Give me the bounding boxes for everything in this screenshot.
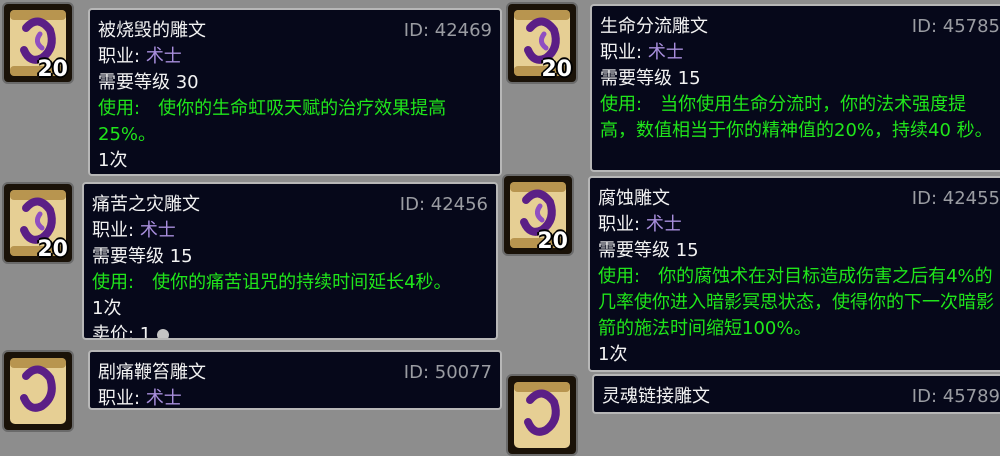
- glyph-id: ID: 45789: [911, 386, 1000, 407]
- level-label: 需要等级: [598, 240, 670, 261]
- glyph-tooltip: 灵魂链接雕文 ID: 45789: [592, 374, 1000, 414]
- stack-count: 20: [37, 237, 68, 262]
- glyph-id: ID: 42455: [911, 188, 1000, 209]
- use-text: 使你的生命虹吸天赋的治疗效果提高25%。: [98, 98, 447, 145]
- purple-scroll-icon[interactable]: 20: [506, 2, 578, 84]
- class-row: 职业: 术士: [98, 44, 490, 70]
- use-effect: 使用: 当你使用生命分流时，你的法术强度提高，数值相当于你的精神值的20%，持续4…: [600, 92, 1000, 144]
- scroll-graphic: [514, 382, 570, 448]
- level-label: 需要等级: [98, 72, 170, 93]
- use-text: 当你使用生命分流时，你的法术强度提高，数值相当于你的精神值的20%，持续40 秒…: [600, 94, 993, 141]
- use-label: 使用:: [98, 98, 141, 119]
- use-label: 使用:: [600, 94, 643, 115]
- class-value: 术士: [145, 388, 182, 409]
- class-label: 职业:: [600, 42, 643, 63]
- glyph-tooltip: 生命分流雕文 ID: 45785 职业: 术士 需要等级 15 使用: 当你使用生…: [590, 4, 1000, 172]
- class-value: 术士: [145, 46, 182, 67]
- stack-count: 20: [541, 57, 572, 82]
- use-effect: 使用: 使你的痛苦诅咒的持续时间延长4秒。: [92, 270, 486, 296]
- class-row: 职业: 术士: [598, 212, 998, 238]
- charges: 1次: [98, 150, 128, 171]
- class-value: 术士: [647, 42, 684, 63]
- glyph-id: ID: 50077: [403, 362, 492, 383]
- level-value: 15: [169, 246, 193, 267]
- level-value: 15: [677, 68, 701, 89]
- purple-scroll-icon[interactable]: 20: [2, 182, 74, 264]
- glyph-id: ID: 45785: [911, 16, 1000, 37]
- class-label: 职业:: [98, 388, 141, 409]
- purple-scroll-icon[interactable]: [2, 350, 74, 432]
- level-value: 30: [175, 72, 199, 93]
- glyph-id: ID: 42456: [399, 194, 488, 215]
- glyph-tooltip: 剧痛鞭笞雕文 ID: 50077 职业: 术士: [88, 350, 502, 410]
- sell-price-text: 卖价: 1: [92, 324, 152, 340]
- use-effect: 使用: 你的腐蚀术在对目标造成伤害之后有4%的几率使你进入暗影冥思状态，使得你的下…: [598, 264, 994, 342]
- level-label: 需要等级: [92, 246, 164, 267]
- glyph-tooltip: 痛苦之灾雕文 ID: 42456 职业: 术士 需要等级 15 使用: 使你的痛苦…: [82, 182, 498, 340]
- level-label: 需要等级: [600, 68, 672, 89]
- class-row: 职业: 术士: [98, 386, 490, 409]
- coin-icon: [156, 329, 169, 338]
- class-label: 职业:: [598, 214, 641, 235]
- use-label: 使用:: [598, 266, 641, 287]
- stack-count: 20: [537, 229, 568, 254]
- use-text: 使你的痛苦诅咒的持续时间延长4秒。: [152, 272, 452, 293]
- use-text: 你的腐蚀术在对目标造成伤害之后有4%的几率使你进入暗影冥思状态，使得你的下一次暗…: [598, 266, 994, 339]
- purple-scroll-icon[interactable]: 20: [2, 2, 74, 84]
- glyph-id: ID: 42469: [403, 20, 492, 41]
- class-label: 职业:: [92, 220, 135, 241]
- glyph-tooltip: 腐蚀雕文 ID: 42455 职业: 术士 需要等级 15 使用: 你的腐蚀术在对…: [588, 176, 1000, 372]
- use-label: 使用:: [92, 272, 135, 293]
- purple-scroll-icon[interactable]: 20: [502, 174, 574, 256]
- level-row: 需要等级 30: [98, 70, 490, 96]
- class-label: 职业:: [98, 46, 141, 67]
- class-value: 术士: [645, 214, 682, 235]
- level-value: 15: [675, 240, 699, 261]
- charges: 1次: [92, 298, 122, 319]
- use-effect: 使用: 使你的生命虹吸天赋的治疗效果提高25%。: [98, 96, 490, 148]
- class-row: 职业: 术士: [92, 218, 486, 244]
- scroll-graphic: [10, 358, 66, 424]
- purple-scroll-icon[interactable]: [506, 374, 578, 456]
- sell-price: 卖价: 1: [92, 322, 486, 340]
- stack-count: 20: [37, 57, 68, 82]
- class-row: 职业: 术士: [600, 40, 998, 66]
- charges: 1次: [598, 344, 628, 365]
- level-row: 需要等级 15: [600, 66, 998, 92]
- level-row: 需要等级 15: [92, 244, 486, 270]
- glyph-tooltip: 被烧毁的雕文 ID: 42469 职业: 术士 需要等级 30 使用: 使你的生命…: [88, 8, 502, 176]
- level-row: 需要等级 15: [598, 238, 998, 264]
- class-value: 术士: [139, 220, 176, 241]
